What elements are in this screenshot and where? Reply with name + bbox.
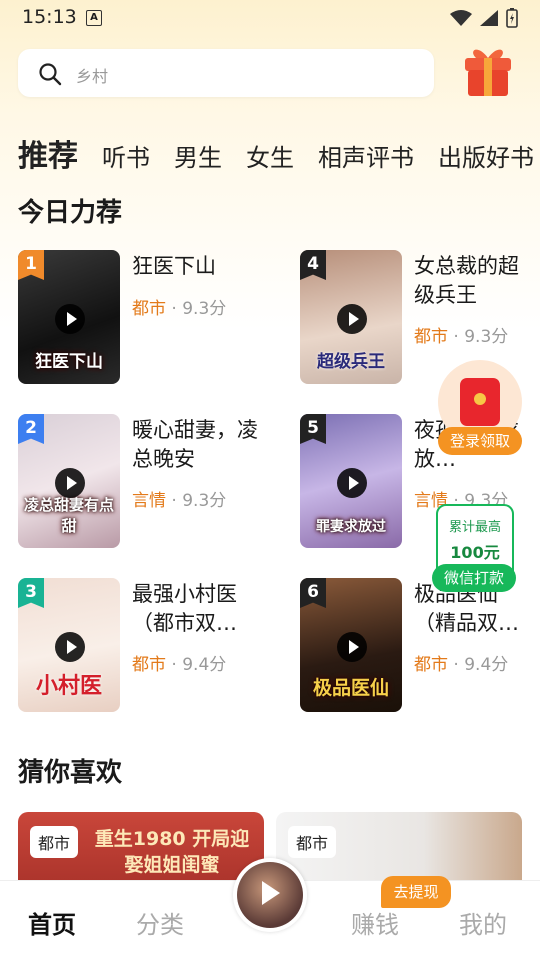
cover-title: 凌总甜妻有点甜 (23, 496, 114, 535)
book-card[interactable]: 凌总甜妻有点甜 2 暖心甜妻，凌总晚安 言情 · 9.3分 (18, 414, 278, 548)
play-icon[interactable] (337, 304, 367, 334)
book-category: 都市 (414, 327, 448, 347)
payout-amount: 100元 (450, 543, 500, 562)
section-title-today: 今日力荐 (18, 198, 123, 228)
tab-audiobook[interactable]: 听书 (102, 138, 150, 173)
book-score: 9.4分 (464, 655, 509, 675)
search-icon (39, 63, 62, 86)
play-icon[interactable] (55, 468, 85, 498)
book-score: 9.3分 (182, 299, 227, 319)
nav-category[interactable]: 分类 (136, 905, 184, 940)
section-title-guess: 猜你喜欢 (18, 758, 123, 788)
rank-badge: 6 (300, 578, 326, 608)
app-notification-icon: A (86, 10, 102, 26)
rank-badge: 2 (18, 414, 44, 444)
cover-title: 罪妻求放过 (316, 519, 386, 535)
tab-published[interactable]: 出版好书 (438, 138, 534, 173)
withdraw-badge[interactable]: 去提现 (381, 876, 451, 908)
book-category: 都市 (132, 299, 166, 319)
search-placeholder: 乡村 (76, 67, 109, 86)
book-meta: 言情 · 9.3分 (132, 491, 227, 511)
book-cover: 狂医下山 1 (18, 250, 120, 384)
nav-mine[interactable]: 我的 (459, 905, 507, 940)
payout-max-label: 累计最高 (448, 520, 501, 535)
book-cover: 超级兵王 4 (300, 250, 402, 384)
wechat-payout-button[interactable]: 微信打款 (432, 564, 516, 592)
book-card[interactable]: 极品医仙 6 极品医仙（精品双… 都市 · 9.4分 (300, 578, 540, 712)
tab-male[interactable]: 男生 (174, 138, 222, 173)
rank-badge: 4 (300, 250, 326, 280)
signal-icon (480, 10, 498, 26)
nav-home[interactable]: 首页 (28, 905, 76, 940)
book-category: 都市 (132, 655, 166, 675)
rank-badge: 3 (18, 578, 44, 608)
rank-badge: 5 (300, 414, 326, 444)
play-icon (262, 881, 280, 905)
wifi-icon (450, 10, 472, 26)
book-meta: 都市 · 9.4分 (132, 655, 227, 675)
cover-title: 狂医下山 (35, 352, 103, 372)
cover-title: 极品医仙 (312, 677, 389, 699)
book-title: 女总裁的超级兵王 (414, 254, 519, 307)
battery-icon (506, 8, 518, 28)
book-title: 暖心甜妻，凌总晚安 (132, 418, 258, 471)
login-claim-button[interactable]: 登录领取 (438, 427, 522, 455)
book-card[interactable]: 超级兵王 4 女总裁的超级兵王 都市 · 9.3分 (300, 250, 540, 384)
cover-title: 小村医 (35, 674, 102, 699)
book-meta: 都市 · 9.3分 (414, 327, 509, 347)
tab-female[interactable]: 女生 (246, 138, 294, 173)
recommend-tag: 都市 (288, 826, 337, 858)
book-card[interactable]: 狂医下山 1 狂医下山 都市 · 9.3分 (18, 250, 278, 384)
book-cover: 极品医仙 6 (300, 578, 402, 712)
recommend-tag: 都市 (30, 826, 79, 858)
book-score: 9.4分 (182, 655, 227, 675)
book-cover: 凌总甜妻有点甜 2 (18, 414, 120, 548)
search-bar[interactable]: 乡村 (18, 49, 434, 97)
book-card[interactable]: 小村医 3 最强小村医（都市双… 都市 · 9.4分 (18, 578, 278, 712)
nav-earn[interactable]: 赚钱 (351, 905, 399, 940)
status-bar: 15:13 A (0, 0, 540, 34)
category-tabs: 推荐 听书 男生 女生 相声评书 出版好书 (18, 131, 540, 175)
book-meta: 都市 · 9.4分 (414, 655, 509, 675)
recommend-banner: 重生1980 开局迎娶姐姐闺蜜 (94, 828, 250, 876)
play-icon[interactable] (55, 304, 85, 334)
book-score: 9.3分 (464, 327, 509, 347)
book-score: 9.3分 (182, 491, 227, 511)
player-button[interactable] (233, 858, 307, 932)
play-icon[interactable] (337, 632, 367, 662)
red-envelope-icon (460, 378, 500, 426)
rank-badge: 1 (18, 250, 44, 280)
cover-title: 超级兵王 (317, 352, 385, 372)
book-cover: 小村医 3 (18, 578, 120, 712)
status-time: 15:13 (22, 6, 77, 28)
tab-recommend[interactable]: 推荐 (18, 131, 78, 175)
tab-crosstalk[interactable]: 相声评书 (318, 138, 414, 173)
book-cover: 罪妻求放过 5 (300, 414, 402, 548)
book-title: 最强小村医（都市双… (132, 582, 237, 635)
book-title: 狂医下山 (132, 254, 216, 278)
book-category: 言情 (132, 491, 166, 511)
gift-icon[interactable] (462, 42, 514, 98)
play-icon[interactable] (55, 632, 85, 662)
book-meta: 都市 · 9.3分 (132, 299, 227, 319)
book-category: 都市 (414, 655, 448, 675)
play-icon[interactable] (337, 468, 367, 498)
